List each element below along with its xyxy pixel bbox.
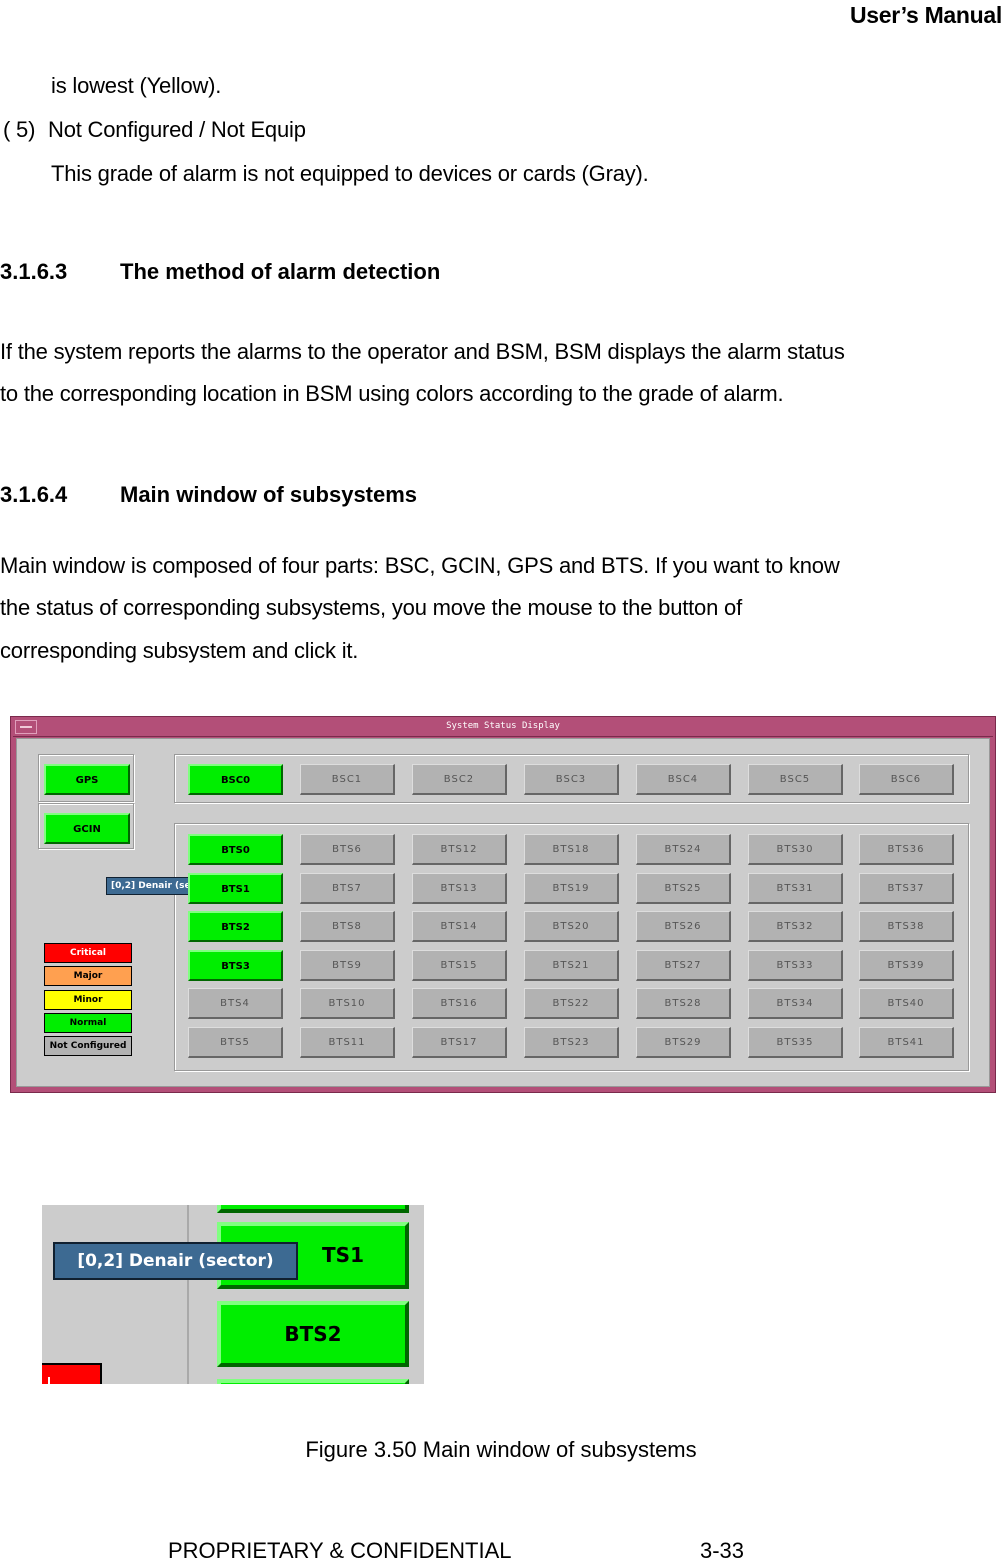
bts-button[interactable]: BTS35 bbox=[748, 1027, 843, 1058]
legend-item: Not Configured bbox=[44, 1036, 132, 1056]
bsc-button[interactable]: BSC4 bbox=[636, 764, 731, 795]
critical-legend-partial bbox=[42, 1363, 102, 1384]
intro-line: is lowest (Yellow). bbox=[51, 73, 222, 98]
bts-button[interactable]: BTS30 bbox=[748, 834, 843, 865]
bts-button[interactable]: BTS19 bbox=[524, 873, 619, 904]
footer-page-number: 3-33 bbox=[700, 1538, 745, 1563]
bsc-button[interactable]: BSC6 bbox=[859, 764, 954, 795]
system-status-window: System Status Display GPS GCIN [0,2] Den… bbox=[10, 716, 996, 1093]
legend-item: Critical bbox=[44, 943, 132, 963]
bts-button[interactable]: BTS34 bbox=[748, 988, 843, 1019]
footer-confidential: PROPRIETARY & CONFIDENTIAL bbox=[168, 1538, 512, 1563]
bsc-button[interactable]: BSC0 bbox=[188, 764, 283, 795]
legend-item: Minor bbox=[44, 990, 132, 1010]
gcin-button[interactable]: GCIN bbox=[44, 813, 130, 844]
bts-button[interactable]: BTS1 bbox=[188, 873, 283, 904]
bts-button[interactable]: BTS11 bbox=[300, 1027, 395, 1058]
bsc-button[interactable]: BSC3 bbox=[524, 764, 619, 795]
bts-button[interactable]: BTS37 bbox=[859, 873, 954, 904]
bts-button[interactable]: BTS5 bbox=[188, 1027, 283, 1058]
paragraph-line: to the corresponding location in BSM usi… bbox=[0, 381, 784, 406]
bts-button[interactable]: BTS29 bbox=[636, 1027, 731, 1058]
bts-button[interactable]: BTS25 bbox=[636, 873, 731, 904]
bts-button[interactable]: BTS26 bbox=[636, 911, 731, 942]
section-number: 3.1.6.3 bbox=[0, 259, 68, 284]
bts-button[interactable]: BTS7 bbox=[300, 873, 395, 904]
bsc-button[interactable]: BSC2 bbox=[412, 764, 507, 795]
bts-button[interactable]: BTS4 bbox=[188, 988, 283, 1019]
manual-header: User’s Manual bbox=[849, 2, 1002, 28]
bts-button[interactable]: BTS13 bbox=[412, 873, 507, 904]
section-number: 3.1.6.4 bbox=[0, 482, 68, 507]
paragraph-line: corresponding subsystem and click it. bbox=[0, 638, 359, 663]
bts-button[interactable]: BTS39 bbox=[859, 950, 954, 981]
bsc-button[interactable]: BSC5 bbox=[748, 764, 843, 795]
section-title: The method of alarm detection bbox=[120, 259, 441, 284]
bts-button[interactable]: BTS0 bbox=[188, 834, 283, 865]
bts-button[interactable]: BTS31 bbox=[748, 873, 843, 904]
bts-button[interactable]: BTS27 bbox=[636, 950, 731, 981]
figure-caption: Figure 3.50 Main window of subsystems bbox=[305, 1437, 697, 1462]
item-5-label: Not Configured / Not Equip bbox=[48, 117, 306, 142]
bts-button[interactable]: BTS38 bbox=[859, 911, 954, 942]
bts-button[interactable]: BTS20 bbox=[524, 911, 619, 942]
paragraph-line: the status of corresponding subsystems, … bbox=[0, 595, 742, 620]
tooltip-detail-view: TS1 BTS2 [0,2] Denair (sector) bbox=[42, 1205, 424, 1384]
legend-item: Normal bbox=[44, 1013, 132, 1033]
paragraph-line: Main window is composed of four parts: B… bbox=[0, 553, 840, 578]
divider bbox=[187, 1205, 189, 1384]
bts1-label: TS1 bbox=[322, 1243, 364, 1267]
tooltip-magnified: [0,2] Denair (sector) bbox=[53, 1242, 298, 1280]
legend-item: Major bbox=[44, 966, 132, 986]
bts-button[interactable]: BTS41 bbox=[859, 1027, 954, 1058]
bts-button[interactable]: BTS15 bbox=[412, 950, 507, 981]
bts-button[interactable]: BTS24 bbox=[636, 834, 731, 865]
bts-button[interactable]: BTS23 bbox=[524, 1027, 619, 1058]
bts-button[interactable]: BTS3 bbox=[188, 950, 283, 981]
bsc-button[interactable]: BSC1 bbox=[300, 764, 395, 795]
bts-button[interactable]: BTS2 bbox=[188, 911, 283, 942]
bts-button[interactable]: BTS10 bbox=[300, 988, 395, 1019]
bts-button[interactable]: BTS28 bbox=[636, 988, 731, 1019]
bts3-button-partial[interactable] bbox=[217, 1379, 409, 1384]
bts-button[interactable]: BTS33 bbox=[748, 950, 843, 981]
bts-button[interactable]: BTS36 bbox=[859, 834, 954, 865]
bts-button[interactable]: BTS40 bbox=[859, 988, 954, 1019]
bts-button[interactable]: BTS14 bbox=[412, 911, 507, 942]
bts2-button[interactable]: BTS2 bbox=[217, 1301, 409, 1367]
section-heading-3164: 3.1.6.4 Main window of subsystems bbox=[0, 482, 417, 508]
bts-button[interactable]: BTS32 bbox=[748, 911, 843, 942]
window-titlebar[interactable]: System Status Display bbox=[13, 718, 993, 737]
bts-button[interactable]: BTS8 bbox=[300, 911, 395, 942]
bts-button[interactable]: BTS22 bbox=[524, 988, 619, 1019]
bts-button[interactable]: BTS6 bbox=[300, 834, 395, 865]
bts-button[interactable]: BTS12 bbox=[412, 834, 507, 865]
bts-button[interactable]: BTS17 bbox=[412, 1027, 507, 1058]
bts-button[interactable]: BTS21 bbox=[524, 950, 619, 981]
bts-button[interactable]: BTS16 bbox=[412, 988, 507, 1019]
item-5-description: This grade of alarm is not equipped to d… bbox=[51, 161, 649, 186]
section-title: Main window of subsystems bbox=[120, 482, 418, 507]
window-client-area: GPS GCIN [0,2] Denair (sector) BSC0 BSC1 B… bbox=[16, 738, 990, 1087]
bts0-button-partial[interactable] bbox=[217, 1205, 409, 1213]
paragraph-line: If the system reports the alarms to the … bbox=[0, 339, 845, 364]
bts-button[interactable]: BTS9 bbox=[300, 950, 395, 981]
gps-button[interactable]: GPS bbox=[44, 764, 130, 795]
section-heading-3163: 3.1.6.3 The method of alarm detection bbox=[0, 259, 440, 285]
window-title: System Status Display bbox=[446, 721, 560, 731]
item-5-number: ( 5) bbox=[3, 117, 36, 142]
bts-button[interactable]: BTS18 bbox=[524, 834, 619, 865]
